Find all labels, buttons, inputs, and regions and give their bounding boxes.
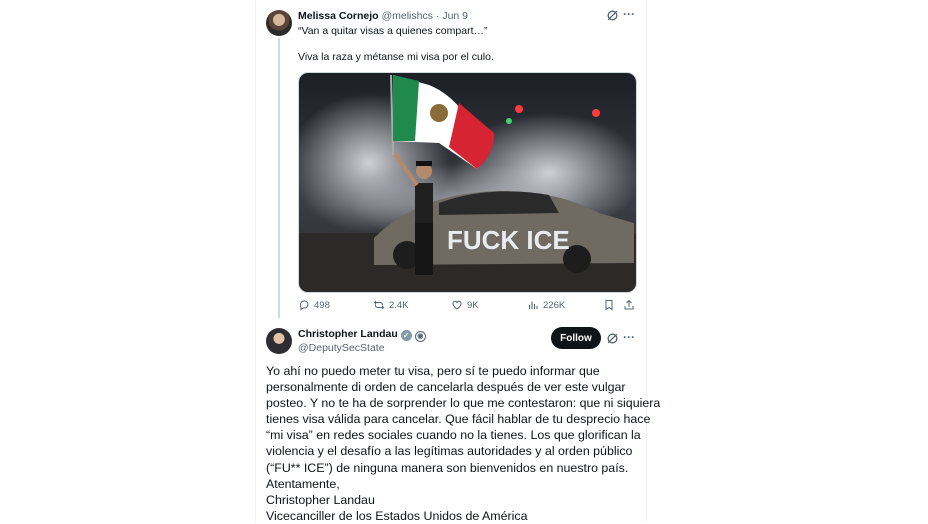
body-line: posteo. Y no te ha de sorprender lo que …	[266, 396, 661, 411]
reply-button[interactable]: 498	[298, 299, 330, 311]
graffiti-text: FUCK ICE	[447, 225, 570, 255]
thread-line	[278, 38, 280, 318]
like-button[interactable]: 9K	[451, 299, 479, 311]
protest-photo: FUCK ICE	[299, 73, 636, 292]
follow-button[interactable]: Follow	[551, 327, 601, 349]
body-line: Yo ahí no puedo meter tu visa, pero sí t…	[266, 364, 600, 378]
grok-icon[interactable]	[606, 332, 619, 348]
quote-line: “Van a quitar visas a quienes compart…”	[298, 25, 488, 37]
views-count: 226K	[543, 299, 566, 311]
share-icon	[624, 299, 634, 310]
author-handle[interactable]: @DeputySecState	[298, 341, 385, 355]
body-line: personalmente di orden de cancelarla des…	[266, 380, 626, 395]
bookmark-icon	[605, 300, 613, 311]
body-line: (“FU** ICE”) de ninguna manera son bienv…	[266, 460, 629, 475]
avatar-landau[interactable]	[266, 328, 292, 354]
more-icon[interactable]: ···	[623, 330, 635, 344]
tweet-date[interactable]: Jun 9	[442, 10, 468, 22]
share-button[interactable]	[623, 299, 635, 311]
body-line: Christopher Landau	[266, 492, 375, 507]
verified-badge-icon: ✓	[400, 330, 412, 341]
body-line: “mi visa” en redes sociales cuando no la…	[266, 428, 641, 443]
reply-icon	[299, 300, 309, 311]
repost-count: 2.4K	[389, 299, 409, 311]
grok-icon[interactable]	[606, 9, 619, 25]
views-icon	[528, 301, 538, 309]
like-count: 9K	[467, 299, 479, 311]
tweet-body: Yo ahí no puedo meter tu visa, pero sí t…	[266, 363, 661, 524]
body-line: violencia y el desafío a las legítimas a…	[266, 444, 633, 459]
views-button[interactable]: 226K	[527, 299, 565, 311]
tweet-photo[interactable]: FUCK ICE	[298, 72, 637, 293]
body-line: tienes visa válida para cancelar. Que fá…	[266, 412, 651, 427]
separator-dot: ·	[435, 10, 440, 22]
bookmark-button[interactable]	[603, 299, 615, 311]
body-line: Atentamente,	[266, 476, 340, 491]
avatar-melissa[interactable]	[266, 10, 292, 36]
repost-icon	[373, 300, 385, 310]
author-name-text[interactable]: Christopher Landau	[298, 328, 398, 340]
tweet-actions: 498 2.4K 9K 226K	[298, 299, 635, 313]
author-name[interactable]: Melissa Cornejo	[298, 10, 379, 22]
government-badge-icon: ◉	[414, 331, 426, 342]
repost-button[interactable]: 2.4K	[373, 299, 409, 311]
tweet-text: Viva la raza y métanse mi visa por el cu…	[298, 51, 494, 63]
more-icon[interactable]: ···	[623, 7, 635, 21]
author-name: Christopher Landau ✓ ◉	[298, 328, 426, 342]
author-handle[interactable]: @melishcs	[381, 10, 433, 22]
heart-icon	[452, 300, 462, 310]
reply-count: 498	[314, 299, 330, 311]
tweet-header: Melissa Cornejo @melishcs · Jun 9	[298, 10, 468, 22]
